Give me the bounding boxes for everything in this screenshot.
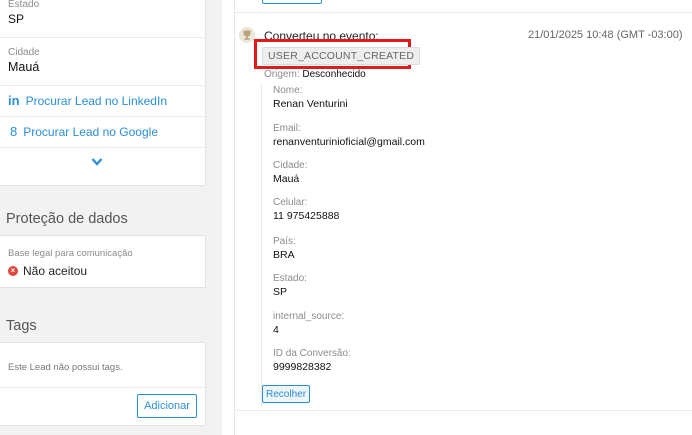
field-cidade: Cidade: Mauá — [273, 160, 307, 185]
field-label: ID da Conversão: — [273, 348, 351, 359]
field-label: País: — [273, 236, 296, 247]
origin-label: Origem: — [264, 69, 300, 80]
field-celular: Celular: 11 975425888 — [273, 197, 339, 222]
field-label: Email: — [273, 123, 301, 134]
privacy-card: Base legal para comunicação × Não aceito… — [0, 235, 206, 288]
field-email: Email: renanventurinioficial@gmail.com — [273, 123, 425, 148]
timeline-panel: Converteu no evento: 21/01/2025 10:48 (G… — [235, 0, 692, 435]
tags-empty-text: Este Lead não possui tags. — [8, 362, 123, 373]
expand-button[interactable] — [91, 154, 103, 172]
google-icon: 8 — [10, 124, 18, 139]
legal-basis-status: × Não aceitou — [8, 264, 87, 278]
field-value: 11 975425888 — [273, 210, 340, 222]
field-label: Celular: — [273, 197, 308, 208]
linkedin-icon: in — [8, 93, 20, 108]
trophy-icon — [239, 27, 255, 43]
field-value: Mauá — [273, 173, 300, 185]
field-value: Renan Venturini — [273, 98, 348, 110]
event-name-badge: USER_ACCOUNT_CREATED — [262, 47, 421, 65]
field-label: Estado: — [273, 273, 307, 284]
field-estado: Estado: SP — [273, 273, 307, 298]
legal-basis-value: Não aceitou — [23, 264, 88, 278]
event-fields — [261, 84, 262, 406]
field-internal-source: internal_source: 4 — [273, 311, 344, 336]
estado-label: Estado — [8, 0, 40, 10]
collapse-button[interactable]: Recolher — [262, 385, 311, 403]
field-conversion-id: ID da Conversão: 9999828382 — [273, 348, 351, 373]
previous-button-edge[interactable] — [262, 0, 322, 4]
field-label: internal_source: — [273, 311, 345, 322]
add-tag-button[interactable]: Adicionar — [137, 394, 197, 418]
origin-value: Desconhecido — [302, 69, 366, 80]
field-value: BRA — [273, 249, 295, 261]
field-value: 9999828382 — [273, 361, 332, 373]
tags-section-title: Tags — [6, 318, 37, 334]
event-timestamp: 21/01/2025 10:48 (GMT -03:00) — [528, 29, 683, 41]
linkedin-link-label: Procurar Lead no LinkedIn — [25, 93, 167, 108]
linkedin-search-link[interactable]: in Procurar Lead no LinkedIn — [8, 93, 167, 108]
cidade-label: Cidade — [8, 47, 40, 58]
error-icon: × — [8, 266, 18, 276]
google-link-label: Procurar Lead no Google — [23, 124, 158, 139]
lead-sidebar: Estado SP Cidade Mauá in Procurar Lead n… — [0, 0, 222, 435]
tags-card: Este Lead não possui tags. Adicionar — [0, 342, 206, 426]
field-pais: País: BRA — [273, 236, 296, 261]
privacy-section-title: Proteção de dados — [6, 211, 128, 227]
field-value: renanventurinioficial@gmail.com — [273, 136, 425, 148]
field-nome: Nome: Renan Venturini — [273, 85, 348, 110]
field-value: SP — [273, 286, 288, 298]
cidade-value: Mauá — [8, 60, 40, 74]
lead-info-card: Estado SP Cidade Mauá in Procurar Lead n… — [0, 0, 206, 186]
field-value: 4 — [273, 324, 279, 336]
google-search-link[interactable]: 8 Procurar Lead no Google — [10, 124, 158, 139]
field-label: Cidade: — [273, 160, 308, 171]
chevron-down-icon — [91, 158, 103, 166]
estado-value: SP — [8, 12, 25, 26]
event-origin: Origem: Desconhecido — [264, 69, 366, 80]
legal-basis-label: Base legal para comunicação — [8, 248, 133, 259]
field-label: Nome: — [273, 85, 303, 96]
